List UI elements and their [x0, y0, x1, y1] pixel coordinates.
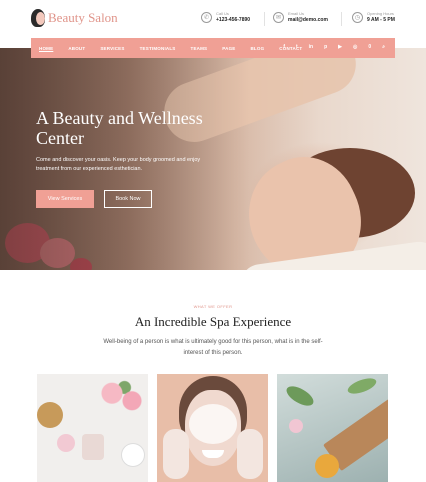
- nav-item-home[interactable]: HOME: [39, 46, 53, 51]
- contact-value: 9 AM - 5 PM: [367, 17, 395, 23]
- contact-value: mail@demo.com: [288, 17, 328, 23]
- nav-item-testimonials[interactable]: TESTIMONIALS: [140, 46, 176, 51]
- section-text: Well-being of a person is what is ultima…: [103, 339, 323, 356]
- nav-item-teams[interactable]: TEAMS: [191, 46, 208, 51]
- view-services-button[interactable]: View Services: [36, 190, 94, 208]
- hero-text: Come and discover your oasis. Keep your …: [36, 157, 201, 172]
- divider: [264, 12, 265, 26]
- youtube-icon[interactable]: ▶: [338, 44, 342, 50]
- contact-phone[interactable]: ✆ Call Us +123-456-7890: [201, 11, 250, 24]
- nav-item-blog[interactable]: BLOG: [250, 46, 264, 51]
- social-links: f t in p ▶ ◎ 0 ⌕: [272, 44, 385, 50]
- bowl-image: [37, 402, 63, 428]
- book-now-button[interactable]: Book Now: [104, 190, 152, 208]
- nav-item-page[interactable]: PAGE: [222, 46, 235, 51]
- logo[interactable]: Beauty Salon: [31, 9, 118, 27]
- facebook-icon[interactable]: f: [283, 44, 285, 50]
- phone-icon: ✆: [201, 12, 212, 23]
- flower-image: [97, 378, 147, 416]
- hand-image: [163, 429, 189, 479]
- twitter-icon[interactable]: t: [296, 44, 298, 50]
- flower-image: [289, 419, 303, 433]
- service-card-image[interactable]: [37, 374, 148, 482]
- dish-image: [122, 444, 144, 466]
- hero-banner: A Beauty and Wellness Center Come and di…: [0, 48, 426, 270]
- clock-icon: ◷: [352, 12, 363, 23]
- hero-title: A Beauty and Wellness Center: [36, 108, 203, 148]
- brand-name: Beauty Salon: [48, 10, 118, 25]
- main-nav: HOME ABOUT SERVICES TESTIMONIALS TEAMS P…: [31, 38, 395, 58]
- linkedin-icon[interactable]: in: [309, 44, 313, 50]
- section-title: An Incredible Spa Experience: [134, 314, 292, 329]
- section-eyebrow: WHAT WE OFFER: [193, 304, 233, 309]
- cart-icon[interactable]: 0: [368, 44, 371, 50]
- divider: [341, 12, 342, 26]
- bowl-image: [57, 434, 75, 452]
- top-bar: Beauty Salon ✆ Call Us +123-456-7890 ✉ E…: [0, 0, 426, 38]
- contact-value: +123-456-7890: [216, 17, 251, 23]
- service-card-image[interactable]: [157, 374, 268, 482]
- contact-email[interactable]: ✉ Email Us mail@demo.com: [273, 11, 328, 24]
- foam-image: [189, 404, 237, 444]
- service-card-image[interactable]: [277, 374, 388, 482]
- contact-hours: ◷ Opening Hours 9 AM - 5 PM: [352, 11, 395, 24]
- search-icon[interactable]: ⌕: [382, 44, 385, 50]
- bowl-image: [315, 454, 339, 478]
- mail-icon: ✉: [273, 12, 284, 23]
- jar-image: [82, 434, 104, 460]
- woman-silhouette-icon: [31, 9, 45, 27]
- nav-item-about[interactable]: ABOUT: [68, 46, 85, 51]
- pinterest-icon[interactable]: p: [324, 44, 327, 50]
- hand-image: [237, 429, 263, 479]
- nav-item-services[interactable]: SERVICES: [100, 46, 124, 51]
- instagram-icon[interactable]: ◎: [353, 44, 357, 50]
